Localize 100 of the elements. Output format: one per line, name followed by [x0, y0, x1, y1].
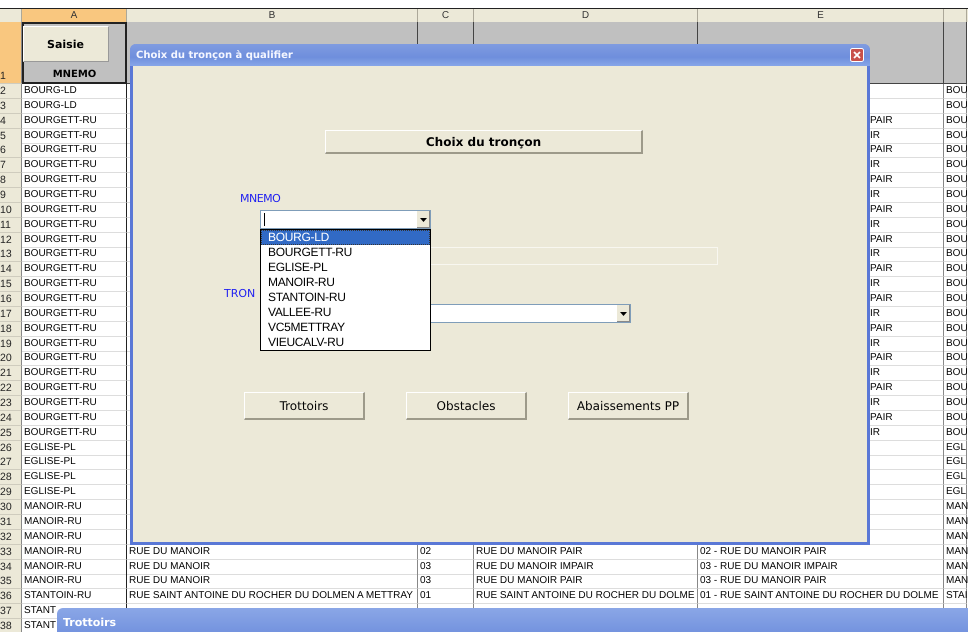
table-cell: MAN	[944, 574, 967, 590]
row-header[interactable]: 32	[0, 530, 22, 545]
table-cell: MANOIR-RU	[22, 560, 127, 574]
action-button[interactable]: Obstacles	[406, 392, 527, 420]
table-cell: BOU	[944, 396, 967, 412]
row-header[interactable]: 13	[0, 247, 22, 262]
heading-button[interactable]: Choix du tronçon	[325, 130, 643, 154]
row-header[interactable]: 10	[0, 202, 22, 218]
table-cell: BOURGETT-RU	[22, 336, 127, 352]
row-header[interactable]: 7	[0, 158, 22, 174]
table-cell: EGLISE-PL	[22, 440, 127, 456]
table-cell: BOURGETT-RU	[22, 292, 127, 308]
table-cell: MANOIR-RU	[22, 530, 127, 545]
dropdown-button[interactable]	[616, 305, 630, 322]
table-cell: BOURG-LD	[22, 98, 127, 114]
table-cell: BOURGETT-RU	[22, 158, 127, 174]
caret-icon	[420, 218, 427, 222]
row-header[interactable]: 24	[0, 410, 22, 426]
row-header[interactable]: 29	[0, 485, 22, 500]
row-header[interactable]: 25	[0, 426, 22, 441]
table-cell: BOU	[944, 426, 967, 441]
dropdown-option[interactable]: EGLISE-PL	[261, 260, 430, 275]
table-cell: BOURGETT-RU	[22, 143, 127, 158]
row-header[interactable]: 19	[0, 336, 22, 352]
row-header[interactable]: 37	[0, 604, 22, 620]
table-cell: BOU	[944, 202, 967, 218]
row-header[interactable]: 14	[0, 262, 22, 278]
table-cell: BOURGETT-RU	[22, 173, 127, 188]
row-header[interactable]: 38	[0, 618, 22, 632]
table-cell: 03	[418, 574, 474, 590]
dropdown-button[interactable]	[416, 211, 430, 228]
table-cell: BOURGETT-RU	[22, 218, 127, 233]
table-cell: BOURGETT-RU	[22, 351, 127, 366]
row-header[interactable]: 16	[0, 292, 22, 308]
column-header[interactable]: A	[22, 9, 127, 23]
table-cell: MAN	[944, 514, 967, 530]
table-cell: BOURGETT-RU	[22, 410, 127, 426]
table-cell: RUE DU MANOIR	[127, 574, 418, 590]
row-header[interactable]: 20	[0, 351, 22, 366]
row-header[interactable]: 1	[0, 22, 22, 84]
table-cell: BOURGETT-RU	[22, 426, 127, 441]
table-cell: EGL	[944, 470, 967, 486]
dropdown-option[interactable]: STANTOIN-RU	[261, 290, 430, 305]
action-button[interactable]: Abaissements PP	[568, 392, 689, 420]
row-header[interactable]: 21	[0, 366, 22, 382]
table-cell: EGLISE-PL	[22, 470, 127, 486]
row-header[interactable]: 30	[0, 500, 22, 516]
row-header[interactable]: 31	[0, 514, 22, 530]
table-cell: BOU	[944, 366, 967, 382]
table-cell: RUE DU MANOIR	[127, 560, 418, 574]
dropdown-option[interactable]: VC5METTRAY	[261, 320, 430, 335]
table-cell: BOU	[944, 381, 967, 396]
row-header[interactable]: 26	[0, 440, 22, 456]
row-header[interactable]: 35	[0, 574, 22, 590]
table-cell: BOU	[944, 306, 967, 322]
row-header[interactable]: 15	[0, 277, 22, 292]
action-button[interactable]: Trottoirs	[244, 392, 365, 420]
table-cell: BOURGETT-RU	[22, 114, 127, 129]
row-header[interactable]: 33	[0, 544, 22, 560]
row-header[interactable]: 22	[0, 381, 22, 396]
row-header[interactable]: 4	[0, 114, 22, 129]
row-header[interactable]: 27	[0, 455, 22, 470]
close-icon[interactable]	[850, 48, 864, 62]
dropdown-option[interactable]: BOURG-LD	[261, 230, 430, 245]
table-cell: BOURGETT-RU	[22, 202, 127, 218]
row-header[interactable]: 3	[0, 98, 22, 114]
table-cell: BOURGETT-RU	[22, 188, 127, 204]
row-header[interactable]: 28	[0, 470, 22, 486]
row-header[interactable]: 17	[0, 306, 22, 322]
dropdown-option[interactable]: BOURGETT-RU	[261, 245, 430, 260]
row-header[interactable]: 36	[0, 589, 22, 604]
row-header[interactable]: 23	[0, 396, 22, 412]
table-cell: BOU	[944, 114, 967, 129]
row-header[interactable]: 11	[0, 218, 22, 233]
row-header[interactable]: 9	[0, 188, 22, 204]
table-cell: BOURGETT-RU	[22, 277, 127, 292]
table-cell: BOURGETT-RU	[22, 247, 127, 262]
table-cell: BOU	[944, 410, 967, 426]
table-cell: 03 - RUE DU MANOIR PAIR	[698, 574, 944, 590]
table-cell: 03 - RUE DU MANOIR IMPAIR	[698, 560, 944, 574]
table-cell: MANOIR-RU	[22, 574, 127, 590]
dropdown-option[interactable]: VIEUCALV-RU	[261, 335, 430, 350]
table-cell: BOU	[944, 262, 967, 278]
table-cell: BOU	[944, 247, 967, 262]
table-cell: BOURGETT-RU	[22, 128, 127, 144]
row-header[interactable]: 34	[0, 560, 22, 574]
row-header[interactable]: 18	[0, 322, 22, 337]
row-header[interactable]: 12	[0, 232, 22, 248]
row-header[interactable]: 6	[0, 143, 22, 158]
row-header[interactable]: 8	[0, 173, 22, 188]
table-cell: BOU	[944, 351, 967, 366]
table-cell: BOU	[944, 322, 967, 337]
row-header[interactable]: 2	[0, 84, 22, 99]
dropdown-option[interactable]: MANOIR-RU	[261, 275, 430, 290]
table-cell: EGL	[944, 455, 967, 470]
field-label: MNEMO	[240, 192, 280, 206]
row-header[interactable]: 5	[0, 128, 22, 144]
saisie-button[interactable]: Saisie	[22, 26, 108, 62]
table-cell: 03	[418, 560, 474, 574]
dropdown-option[interactable]: VALLEE-RU	[261, 305, 430, 320]
